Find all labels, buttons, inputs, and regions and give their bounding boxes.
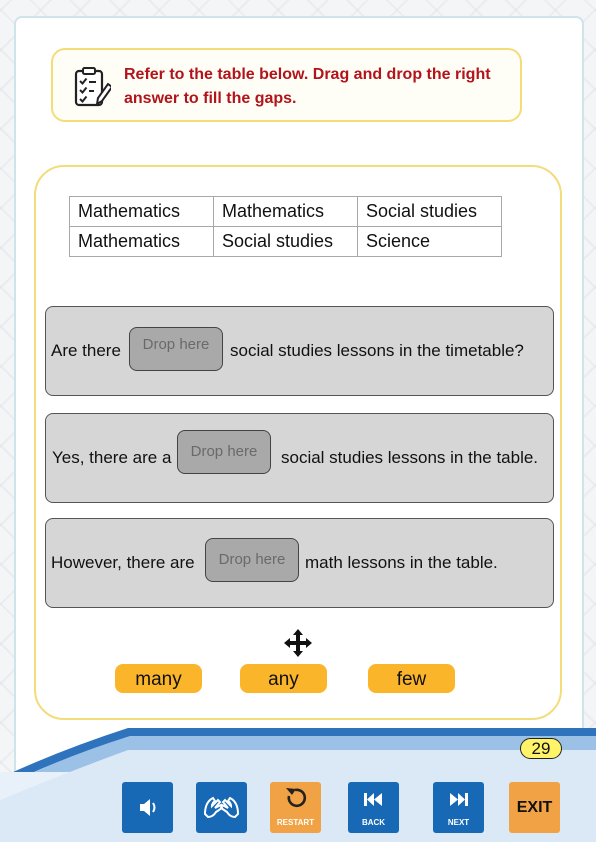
next-label: NEXT — [447, 818, 470, 827]
page-number-badge: 29 — [520, 738, 562, 759]
drop-zone-1[interactable]: Drop here — [129, 327, 223, 371]
instruction-box: Refer to the table below. Drag and drop … — [51, 48, 522, 122]
drop-zone-2[interactable]: Drop here — [177, 430, 271, 474]
instruction-line-1: Refer to the table below. Drag and drop … — [124, 66, 491, 83]
back-label: BACK — [361, 818, 386, 827]
sign-language-hands-icon — [203, 796, 240, 819]
exit-button[interactable]: EXIT — [509, 782, 560, 833]
table-cell: Science — [357, 226, 502, 257]
instruction-line-2: answer to fill the gaps. — [124, 90, 297, 107]
sentence-box-1: Are there Drop here social studies lesso… — [45, 306, 554, 396]
restart-arrow-icon — [286, 788, 307, 808]
option-chip-any[interactable]: any — [240, 664, 327, 693]
back-button[interactable]: BACK — [348, 782, 399, 833]
instruction-text: Refer to the table below. Drag and drop … — [124, 63, 519, 111]
skip-back-icon — [364, 793, 382, 806]
restart-label: RESTART — [276, 818, 315, 827]
drop-zone-3[interactable]: Drop here — [205, 538, 299, 582]
speaker-icon — [140, 799, 156, 816]
option-chip-few[interactable]: few — [368, 664, 455, 693]
table-cell: Social studies — [213, 226, 358, 257]
restart-button[interactable]: RESTART — [270, 782, 321, 833]
sentence-2-after: social studies lessons in the table. — [281, 448, 539, 467]
table-cell: Mathematics — [69, 196, 214, 227]
sentence-box-2: Yes, there are a Drop here social studie… — [45, 413, 554, 503]
clipboard-checklist-icon — [74, 67, 111, 107]
next-button[interactable]: NEXT — [433, 782, 484, 833]
sign-language-button[interactable] — [196, 782, 247, 833]
table-cell: Mathematics — [69, 226, 214, 257]
sentence-2-before: Yes, there are a — [52, 448, 172, 467]
move-arrows-icon — [284, 629, 312, 657]
table-row: Mathematics Social studies Science — [69, 226, 502, 257]
table-cell: Social studies — [357, 196, 502, 227]
audio-button[interactable] — [122, 782, 173, 833]
option-chip-many[interactable]: many — [115, 664, 202, 693]
sentence-3-before: However, there are — [51, 553, 195, 572]
sentence-3-after: math lessons in the table. — [305, 553, 498, 572]
table-cell: Mathematics — [213, 196, 358, 227]
exit-label: EXIT — [516, 799, 553, 816]
skip-forward-icon — [450, 793, 468, 806]
timetable: Mathematics Mathematics Social studies M… — [69, 196, 502, 257]
table-row: Mathematics Mathematics Social studies — [69, 196, 502, 227]
sentence-box-3: However, there are Drop here math lesson… — [45, 518, 554, 608]
sentence-1-after: social studies lessons in the timetable? — [230, 341, 524, 360]
sentence-1-before: Are there — [51, 341, 121, 360]
